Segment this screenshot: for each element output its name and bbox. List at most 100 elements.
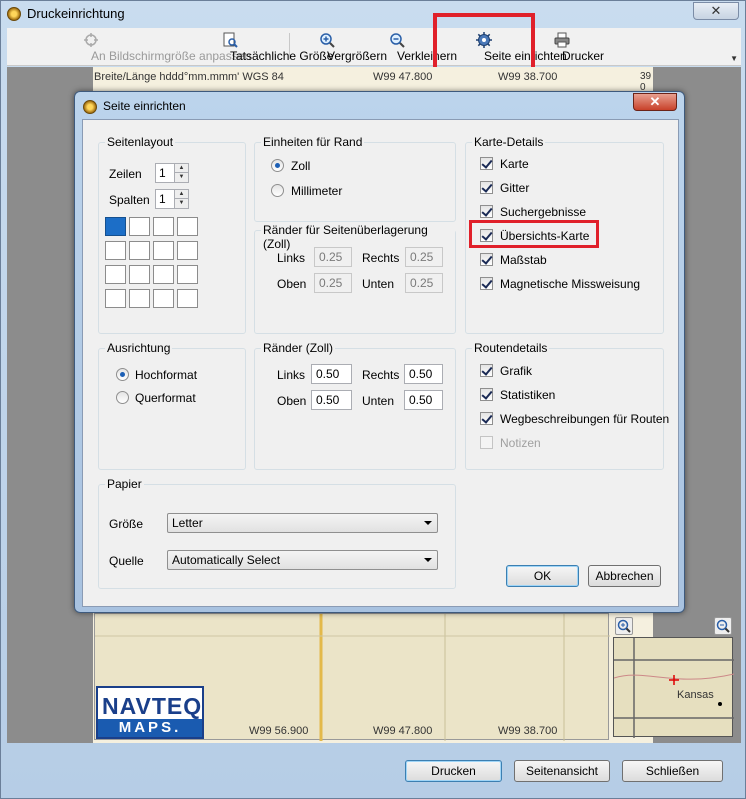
zoom-out-icon [390, 33, 405, 48]
toolbar: An Bildschirmgröße anpassen Tatsächliche… [7, 28, 741, 66]
page-grid-cell[interactable] [153, 289, 174, 308]
checkbox[interactable] [480, 253, 493, 266]
checkbox[interactable] [480, 205, 493, 218]
page-grid-cell[interactable] [177, 217, 198, 236]
page-grid-cell[interactable] [105, 217, 126, 236]
page-grid-cell[interactable] [129, 241, 150, 260]
page-setup-highlight [433, 13, 535, 73]
page-grid-cell[interactable] [105, 289, 126, 308]
printer-button[interactable]: Drucker [539, 28, 604, 66]
overview-zoom-in-button[interactable] [615, 617, 633, 635]
margins-group: Ränder (Zoll) Links 0.50 Rechts 0.50 Obe… [254, 341, 456, 470]
margins-title: Ränder (Zoll) [261, 341, 336, 355]
border-units-title: Einheiten für Rand [261, 135, 365, 149]
navteq-logo-subtext: MAPS. [98, 719, 202, 737]
preview-button[interactable]: Seitenansicht [514, 760, 610, 782]
toolbar-overflow-icon[interactable]: ▼ [730, 54, 738, 63]
checkbox-label: Gitter [500, 181, 530, 195]
overlap-top-field[interactable]: 0.25 [314, 273, 352, 293]
checkbox[interactable] [480, 181, 493, 194]
rows-spinner[interactable]: 1 ▲ ▼ [155, 163, 189, 183]
page-grid-cell[interactable] [177, 289, 198, 308]
paper-size-value: Letter [172, 516, 203, 530]
cols-up-icon[interactable]: ▲ [174, 190, 188, 199]
landscape-radio[interactable] [116, 391, 129, 404]
overlap-right-field[interactable]: 0.25 [405, 247, 443, 267]
checkbox-label: Grafik [500, 364, 533, 378]
margin-right-field[interactable]: 0.50 [404, 364, 443, 384]
checkbox[interactable] [480, 157, 493, 170]
mm-radio[interactable] [271, 184, 284, 197]
cols-spinner[interactable]: 1 ▲ ▼ [155, 189, 189, 209]
rows-down-icon[interactable]: ▼ [174, 173, 188, 182]
top-coord-1: W99 47.800 [373, 71, 433, 83]
page-grid-cell[interactable] [177, 265, 198, 284]
cols-value: 1 [159, 192, 166, 206]
rows-up-icon[interactable]: ▲ [174, 164, 188, 173]
overlap-bottom-label: Unten [362, 277, 395, 291]
overlap-right-label: Rechts [362, 251, 400, 265]
mm-label: Millimeter [291, 184, 343, 198]
overlap-left-field[interactable]: 0.25 [314, 247, 352, 267]
inch-label: Zoll [291, 159, 311, 173]
fit-screen-icon [84, 33, 98, 47]
page-grid-cell[interactable] [105, 241, 126, 260]
paper-source-label: Quelle [109, 554, 144, 568]
page-grid-cell[interactable] [129, 289, 150, 308]
map-details-title: Karte-Details [472, 135, 546, 149]
overview-map-borders [614, 638, 734, 738]
paper-size-select[interactable]: Letter [167, 513, 438, 533]
dialog-close-button[interactable]: ✕ [633, 93, 677, 111]
checkbox-label: Statistiken [500, 388, 556, 402]
ok-button[interactable]: OK [506, 565, 579, 587]
page-layout-title: Seitenlayout [105, 135, 176, 149]
margin-top-field[interactable]: 0.50 [311, 390, 352, 410]
checkbox[interactable] [480, 388, 493, 401]
page-grid-cell[interactable] [129, 265, 150, 284]
margin-left-field[interactable]: 0.50 [311, 364, 352, 384]
checkbox[interactable] [480, 436, 493, 449]
page-grid-cell[interactable] [153, 265, 174, 284]
overlap-left-label: Links [277, 251, 306, 265]
overlap-bottom-field[interactable]: 0.25 [405, 273, 443, 293]
page-grid-cell[interactable] [153, 217, 174, 236]
zoom-out-button[interactable]: Verkleinern [363, 28, 457, 66]
margin-right-label: Rechts [362, 368, 400, 382]
page-grid-cell[interactable] [177, 241, 198, 260]
landscape-label: Querformat [135, 391, 196, 405]
portrait-radio[interactable] [116, 368, 129, 381]
zoom-in-icon [320, 33, 335, 48]
orientation-title: Ausrichtung [105, 341, 173, 355]
checkbox[interactable] [480, 277, 493, 290]
printer-label: Drucker [562, 49, 605, 63]
close-button[interactable]: Schließen [622, 760, 723, 782]
paper-size-label: Größe [109, 517, 144, 531]
overview-map-highlight [469, 220, 599, 248]
paper-source-select[interactable]: Automatically Select [167, 550, 438, 570]
page-grid-cell[interactable] [105, 265, 126, 284]
checkbox[interactable] [480, 364, 493, 377]
route-details-group: Routendetails Grafik Statistiken Wegbeschr… [465, 341, 669, 470]
window-close-button[interactable]: ✕ [693, 2, 739, 20]
cancel-button[interactable]: Abbrechen [588, 565, 661, 587]
checkbox-label: Wegbeschreibungen für Routen [500, 412, 670, 426]
zoom-in-button[interactable]: Vergrößern [295, 28, 387, 66]
checkbox[interactable] [480, 412, 493, 425]
chevron-down-icon [424, 521, 432, 525]
print-button[interactable]: Drucken [405, 760, 502, 782]
fit-screen-button[interactable]: An Bildschirmgröße anpassen [9, 28, 251, 66]
page-grid-cell[interactable] [153, 241, 174, 260]
zoom-out-icon [716, 619, 730, 633]
inch-radio[interactable] [271, 159, 284, 172]
border-units-group: Einheiten für Rand Zoll Millimeter [254, 135, 456, 222]
margin-bottom-field[interactable]: 0.50 [404, 390, 443, 410]
overview-zoom-out-button[interactable] [714, 617, 732, 635]
actual-size-button[interactable]: Tatsächliche Größe [177, 28, 333, 66]
overview-map [613, 637, 734, 738]
page-layout-group: Seitenlayout Zeilen 1 ▲ ▼ Spalten 1 ▲ ▼ [98, 135, 246, 334]
cols-down-icon[interactable]: ▼ [174, 199, 188, 208]
checkbox-label: Magnetische Missweisung [500, 277, 641, 291]
zoom-in-icon [617, 619, 631, 633]
page-setup-dialog: Seite einrichten ✕ Seitenlayout Zeilen 1… [74, 91, 685, 613]
page-grid-cell[interactable] [129, 217, 150, 236]
